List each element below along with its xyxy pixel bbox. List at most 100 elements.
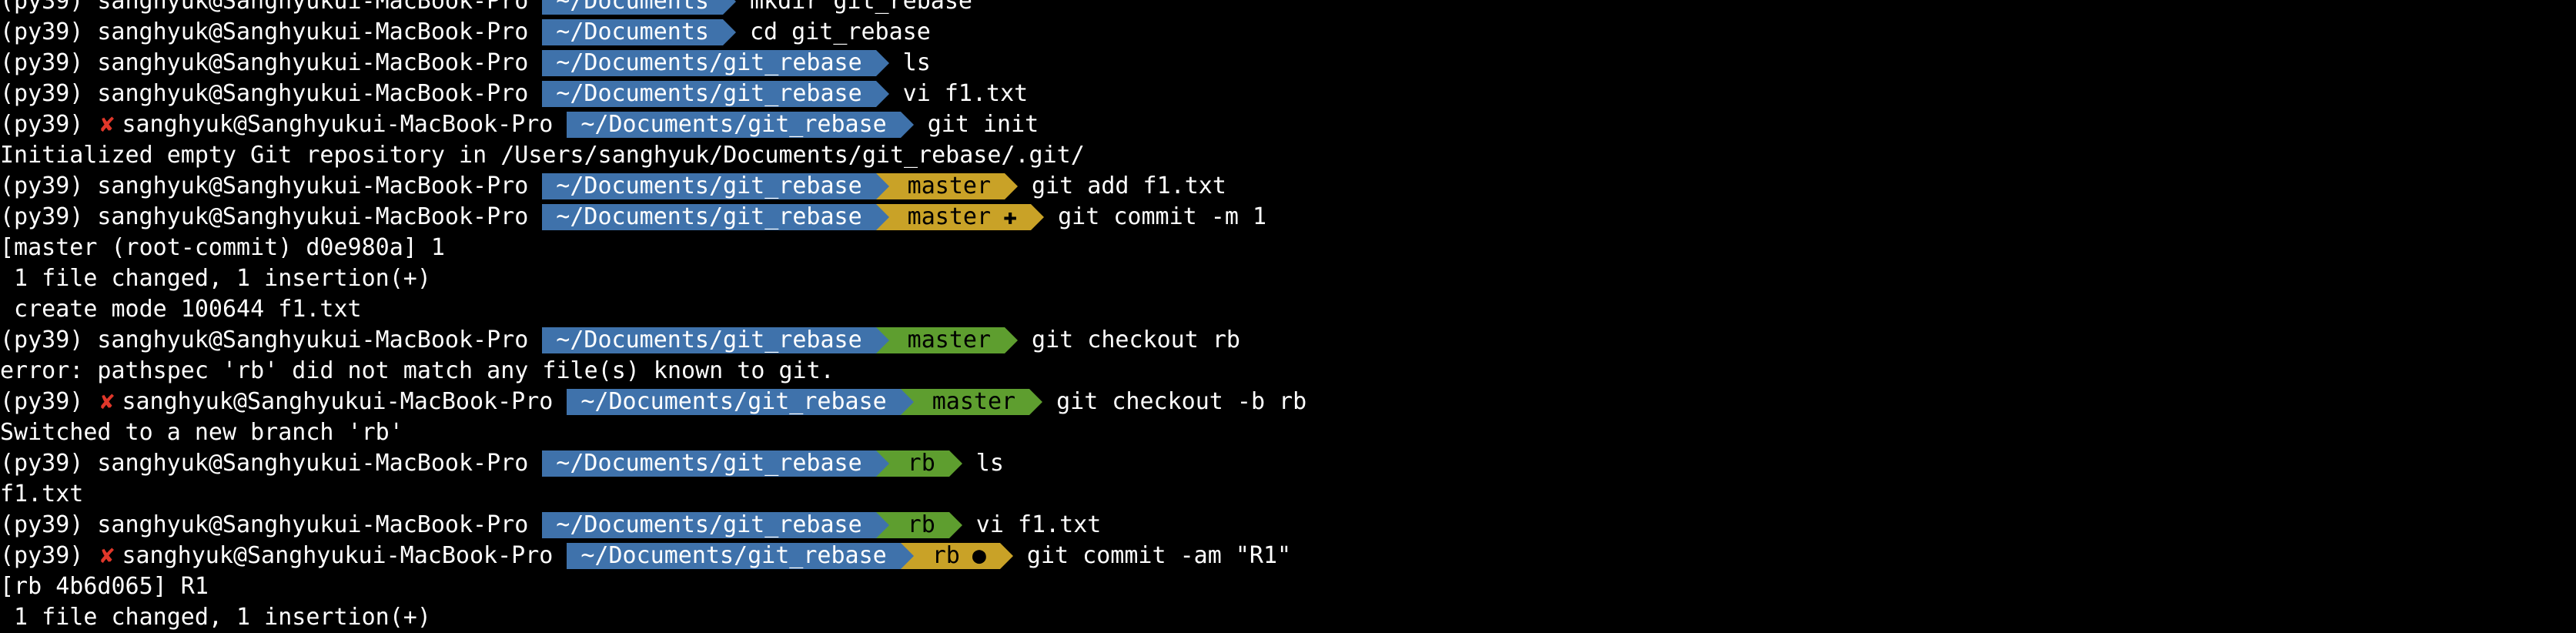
directory-segment: ~/Documents xyxy=(542,0,723,15)
user-host: sanghyuk@Sanghyukui-MacBook-Pro xyxy=(122,388,554,415)
segment-separator-arrow xyxy=(875,173,889,199)
segment-end-arrow xyxy=(948,450,962,477)
command-text: mkdir git_rebase xyxy=(749,0,972,15)
output-line: [master (root-commit) d0e980a] 1 xyxy=(0,233,2576,263)
directory-segment: ~/Documents/git_rebase xyxy=(542,172,876,199)
command-text: git checkout -b rb xyxy=(1056,388,1307,415)
user-host: sanghyuk@Sanghyukui-MacBook-Pro xyxy=(97,0,529,15)
user-host: sanghyuk@Sanghyukui-MacBook-Pro xyxy=(97,511,529,538)
segment-end-arrow xyxy=(1029,389,1043,415)
user-host: sanghyuk@Sanghyukui-MacBook-Pro xyxy=(97,172,529,199)
command-text: vi f1.txt xyxy=(902,80,1029,107)
git-branch-name: master xyxy=(907,172,992,199)
terminal-output[interactable]: (py39) sanghyuk@Sanghyukui-MacBook-Pro ~/D… xyxy=(0,0,2576,633)
segment-end-arrow xyxy=(900,112,914,138)
directory-path: ~/Documents/git_rebase xyxy=(556,511,862,538)
command-text: git init xyxy=(927,111,1039,138)
directory-path: ~/Documents/git_rebase xyxy=(556,49,862,76)
error-status-icon: ✘ xyxy=(100,542,115,569)
prompt-line: (py39) sanghyuk@Sanghyukui-MacBook-Pro ~/D… xyxy=(0,202,2576,233)
command-text: git commit -m 1 xyxy=(1058,203,1267,230)
directory-path: ~/Documents/git_rebase xyxy=(556,327,862,353)
error-status-icon: ✘ xyxy=(100,388,115,415)
python-env-label: (py39) xyxy=(0,111,84,138)
user-host: sanghyuk@Sanghyukui-MacBook-Pro xyxy=(97,18,529,45)
python-env-label: (py39) xyxy=(0,388,84,415)
directory-path: ~/Documents xyxy=(556,18,709,45)
python-env-label: (py39) xyxy=(0,542,84,569)
git-branch-segment: master ✚ xyxy=(888,203,1032,230)
directory-path: ~/Documents/git_rebase xyxy=(556,172,862,199)
directory-path: ~/Documents/git_rebase xyxy=(580,542,887,569)
segment-separator-arrow xyxy=(900,543,914,569)
segment-end-arrow xyxy=(875,50,889,76)
prompt-line: (py39) sanghyuk@Sanghyukui-MacBook-Pro ~/D… xyxy=(0,48,2576,79)
segment-end-arrow xyxy=(1031,204,1045,230)
output-line: Initialized empty Git repository in /Use… xyxy=(0,140,2576,171)
prompt-line: (py39) sanghyuk@Sanghyukui-MacBook-Pro ~/D… xyxy=(0,79,2576,109)
segment-end-arrow xyxy=(1005,173,1019,199)
python-env-label: (py39) xyxy=(0,0,84,15)
output-line: create mode 100644 f1.txt xyxy=(0,294,2576,325)
output-text: 1 file changed, 1 insertion(+) xyxy=(0,265,431,292)
output-text: create mode 100644 f1.txt xyxy=(0,296,362,323)
git-branch-name: master xyxy=(932,388,1016,415)
git-branch-name: master xyxy=(907,203,992,230)
directory-segment: ~/Documents/git_rebase xyxy=(542,511,876,538)
command-text: git add f1.txt xyxy=(1032,172,1226,199)
prompt-line: (py39) sanghyuk@Sanghyukui-MacBook-Pro ~/D… xyxy=(0,0,2576,17)
git-branch-segment: master xyxy=(888,327,1005,353)
user-host: sanghyuk@Sanghyukui-MacBook-Pro xyxy=(122,111,554,138)
python-env-label: (py39) xyxy=(0,172,84,199)
directory-path: ~/Documents/git_rebase xyxy=(556,203,862,230)
output-line: f1.txt xyxy=(0,479,2576,510)
prompt-line: (py39) sanghyuk@Sanghyukui-MacBook-Pro ~/D… xyxy=(0,17,2576,48)
directory-segment: ~/Documents/git_rebase xyxy=(542,49,876,76)
directory-segment: ~/Documents/git_rebase xyxy=(542,80,876,107)
command-text: ls xyxy=(975,450,1004,477)
prompt-line: (py39) sanghyuk@Sanghyukui-MacBook-Pro ~/D… xyxy=(0,171,2576,202)
directory-segment: ~/Documents/git_rebase xyxy=(567,389,901,415)
user-host: sanghyuk@Sanghyukui-MacBook-Pro xyxy=(122,542,554,569)
output-line: error: pathspec 'rb' did not match any f… xyxy=(0,356,2576,387)
user-host: sanghyuk@Sanghyukui-MacBook-Pro xyxy=(97,49,529,76)
git-branch-name: rb xyxy=(907,450,935,477)
directory-path: ~/Documents/git_rebase xyxy=(556,80,862,107)
directory-path: ~/Documents xyxy=(556,0,709,15)
user-host: sanghyuk@Sanghyukui-MacBook-Pro xyxy=(97,80,529,107)
user-host: sanghyuk@Sanghyukui-MacBook-Pro xyxy=(97,450,529,477)
output-line: Switched to a new branch 'rb' xyxy=(0,417,2576,448)
output-line: 1 file changed, 1 insertion(+) xyxy=(0,602,2576,633)
command-text: ls xyxy=(902,49,931,76)
git-branch-segment: rb xyxy=(888,512,949,538)
command-text: git checkout rb xyxy=(1032,327,1240,353)
output-line: 1 file changed, 1 insertion(+) xyxy=(0,263,2576,294)
prompt-line: (py39) ✘ sanghyuk@Sanghyukui-MacBook-Pro ~/… xyxy=(0,109,2576,140)
output-text: 1 file changed, 1 insertion(+) xyxy=(0,604,431,631)
directory-path: ~/Documents/git_rebase xyxy=(556,450,862,477)
output-line: [rb 4b6d065] R1 xyxy=(0,571,2576,602)
segment-separator-arrow xyxy=(875,327,889,353)
command-text: cd git_rebase xyxy=(749,18,931,45)
output-text: Initialized empty Git repository in /Use… xyxy=(0,142,1085,169)
segment-separator-arrow xyxy=(900,389,914,415)
user-host: sanghyuk@Sanghyukui-MacBook-Pro xyxy=(97,327,529,353)
output-text: f1.txt xyxy=(0,481,84,507)
python-env-label: (py39) xyxy=(0,203,84,230)
python-env-label: (py39) xyxy=(0,49,84,76)
segment-separator-arrow xyxy=(875,512,889,538)
git-branch-name: rb xyxy=(932,542,960,569)
python-env-label: (py39) xyxy=(0,18,84,45)
directory-segment: ~/Documents xyxy=(542,19,723,45)
prompt-line: (py39) sanghyuk@Sanghyukui-MacBook-Pro ~/D… xyxy=(0,325,2576,356)
command-text: vi f1.txt xyxy=(975,511,1102,538)
segment-end-arrow xyxy=(722,0,736,15)
directory-path: ~/Documents/git_rebase xyxy=(580,111,887,138)
git-branch-segment: rb xyxy=(888,450,949,477)
segment-separator-arrow xyxy=(875,204,889,230)
output-text: Switched to a new branch 'rb' xyxy=(0,419,403,446)
command-text: git commit -am "R1" xyxy=(1026,542,1292,569)
directory-segment: ~/Documents/git_rebase xyxy=(542,203,876,230)
python-env-label: (py39) xyxy=(0,80,84,107)
directory-segment: ~/Documents/git_rebase xyxy=(542,450,876,477)
